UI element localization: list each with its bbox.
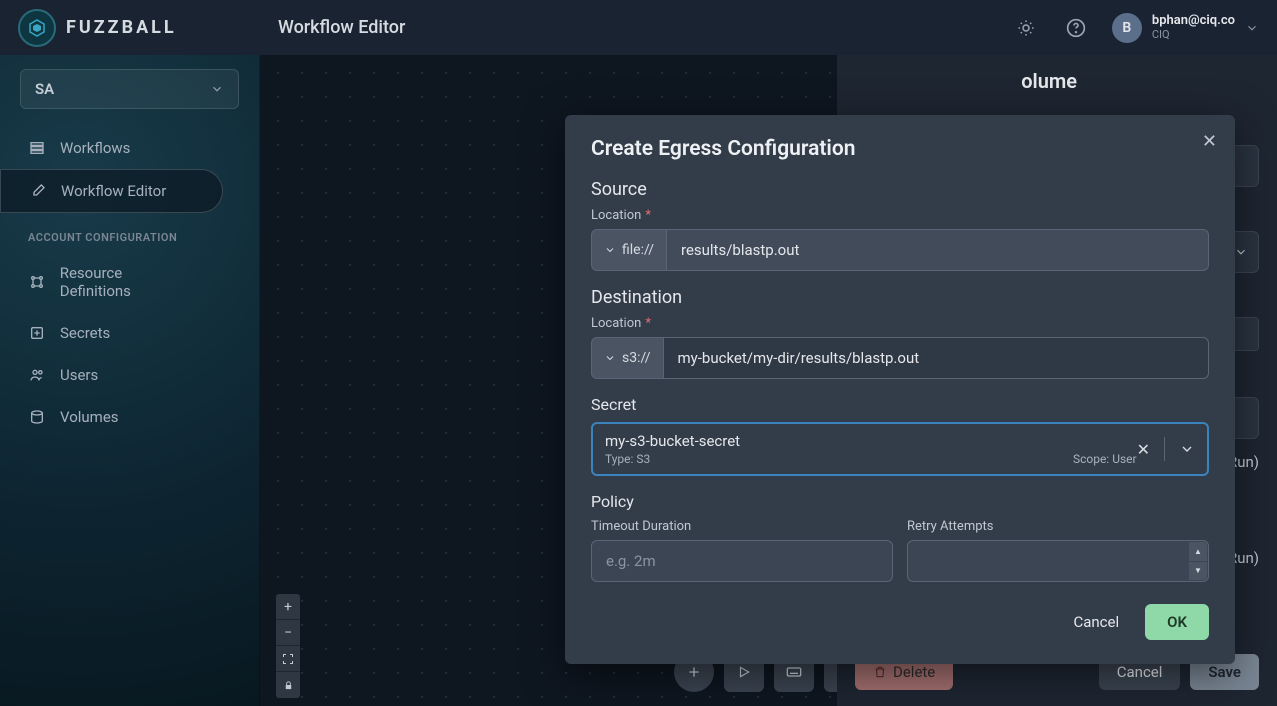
chevron-down-icon[interactable] <box>1234 245 1248 259</box>
source-header: Source <box>591 179 1209 200</box>
source-scheme-value: file:// <box>622 242 654 258</box>
page-title: Workflow Editor <box>278 17 405 38</box>
source-location-label: Location* <box>591 208 1209 223</box>
sidebar: SA Workflows Workflow Editor ACCOUNT CON… <box>0 55 260 706</box>
user-email: bphan@ciq.co <box>1152 14 1235 28</box>
sidebar-item-workflows[interactable]: Workflows <box>0 127 223 169</box>
secrets-icon <box>28 324 46 342</box>
destination-scheme-select[interactable]: s3:// <box>591 337 663 379</box>
source-location-row: file:// <box>591 229 1209 271</box>
help-icon[interactable] <box>1062 14 1090 42</box>
step-down-button[interactable]: ▼ <box>1189 562 1207 581</box>
sidebar-item-resource-definitions[interactable]: Resource Definitions <box>0 252 223 312</box>
avatar: B <box>1112 13 1142 43</box>
chevron-down-icon[interactable] <box>1179 441 1195 457</box>
fit-button[interactable] <box>276 646 300 672</box>
destination-location-row: s3:// <box>591 337 1209 379</box>
sidebar-item-users[interactable]: Users <box>0 354 223 396</box>
secret-name: my-s3-bucket-secret <box>605 432 1137 450</box>
destination-scheme-value: s3:// <box>622 350 651 366</box>
logo: FUZZBALL <box>18 9 258 47</box>
sidebar-item-label: Volumes <box>60 408 119 426</box>
panel-title: olume <box>1021 69 1077 93</box>
zoom-in-button[interactable]: + <box>276 594 300 620</box>
user-info: bphan@ciq.co CIQ <box>1152 14 1235 40</box>
user-menu[interactable]: B bphan@ciq.co CIQ <box>1112 13 1259 43</box>
secret-scope: Scope: User <box>1073 452 1137 466</box>
close-icon[interactable]: ✕ <box>1202 131 1217 152</box>
source-location-input[interactable] <box>666 229 1209 271</box>
timeout-input[interactable] <box>591 540 893 582</box>
divider <box>1164 437 1165 461</box>
delete-label: Delete <box>893 663 935 681</box>
timeout-label: Timeout Duration <box>591 519 893 534</box>
account-config-header: ACCOUNT CONFIGURATION <box>0 213 259 252</box>
secret-type: Type: S3 <box>605 452 650 466</box>
zoom-controls: + − <box>276 594 300 698</box>
secret-select[interactable]: my-s3-bucket-secret Type: S3 Scope: User… <box>591 422 1209 476</box>
step-up-button[interactable]: ▲ <box>1189 542 1207 561</box>
sidebar-item-label: Resource Definitions <box>60 264 195 300</box>
modal-ok-button[interactable]: OK <box>1145 604 1209 640</box>
destination-header: Destination <box>591 287 1209 308</box>
users-icon <box>28 366 46 384</box>
workflows-icon <box>28 139 46 157</box>
egress-modal: ✕ Create Egress Configuration Source Loc… <box>565 115 1235 664</box>
clear-icon[interactable]: ✕ <box>1137 440 1150 459</box>
sidebar-item-label: Secrets <box>60 324 110 342</box>
retry-input[interactable] <box>907 540 1209 582</box>
chevron-down-icon <box>1245 21 1259 35</box>
sidebar-item-label: Users <box>60 366 98 384</box>
retry-label: Retry Attempts <box>907 519 1209 534</box>
org-select[interactable]: SA <box>20 69 239 109</box>
logo-badge-icon <box>18 9 56 47</box>
modal-cancel-button[interactable]: Cancel <box>1063 605 1129 639</box>
sidebar-item-label: Workflow Editor <box>61 182 166 200</box>
source-scheme-select[interactable]: file:// <box>591 229 666 271</box>
sidebar-item-label: Workflows <box>60 139 130 157</box>
sidebar-item-secrets[interactable]: Secrets <box>0 312 223 354</box>
destination-location-label: Location* <box>591 316 1209 331</box>
theme-toggle-icon[interactable] <box>1012 14 1040 42</box>
logo-text: FUZZBALL <box>66 17 177 38</box>
user-org: CIQ <box>1152 29 1235 41</box>
chevron-down-icon <box>210 82 224 96</box>
lock-button[interactable] <box>276 672 300 698</box>
secret-header: Secret <box>591 395 1209 414</box>
volumes-icon <box>28 408 46 426</box>
retry-stepper: ▲ ▼ <box>1189 542 1207 580</box>
org-select-value: SA <box>35 80 54 98</box>
canvas[interactable]: + − olume ✕ <box>260 55 1277 706</box>
zoom-out-button[interactable]: − <box>276 620 300 646</box>
policy-header: Policy <box>591 492 1209 511</box>
sidebar-item-volumes[interactable]: Volumes <box>0 396 223 438</box>
modal-title: Create Egress Configuration <box>591 137 1209 161</box>
sidebar-item-workflow-editor[interactable]: Workflow Editor <box>0 169 223 213</box>
destination-location-input[interactable] <box>663 337 1209 379</box>
edit-icon <box>29 182 47 200</box>
topbar: FUZZBALL Workflow Editor B bphan@ciq.co … <box>0 0 1277 55</box>
resources-icon <box>28 273 46 291</box>
